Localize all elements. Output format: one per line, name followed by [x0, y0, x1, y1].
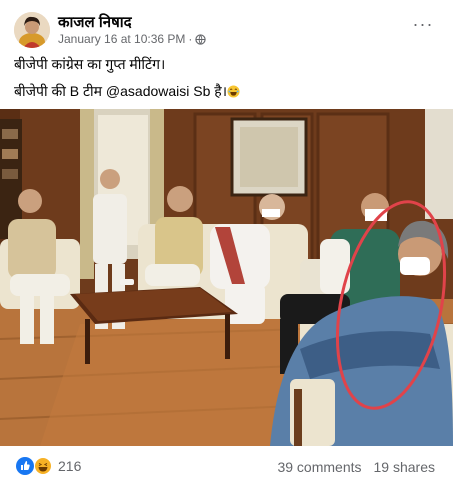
globe-icon	[195, 33, 207, 45]
shares-link[interactable]: 19 shares	[374, 459, 435, 475]
post-meta: January 16 at 10:36 PM ·	[58, 32, 207, 46]
comments-link[interactable]: 39 comments	[277, 459, 361, 475]
meta-separator: ·	[188, 32, 193, 46]
reaction-count: 216	[58, 458, 82, 474]
post-text-line-1: बीजेपी कांग्रेस का गुप्त मीटिंग।	[14, 56, 166, 72]
post-text: बीजेपी कांग्रेस का गुप्त मीटिंग। बीजेपी …	[14, 54, 434, 108]
meeting-photo	[0, 109, 453, 446]
post-header: काजल निषाद January 16 at 10:36 PM · ···	[0, 0, 453, 52]
author-name[interactable]: काजल निषाद	[58, 12, 132, 32]
post-footer: 216 39 comments 19 shares	[0, 446, 453, 489]
more-options-icon[interactable]: ···	[411, 14, 435, 34]
post-timestamp[interactable]: January 16 at 10:36 PM	[58, 32, 185, 46]
author-avatar[interactable]	[14, 12, 50, 48]
like-icon	[16, 457, 34, 475]
post-text-line-2: बीजेपी की B टीम @asadowaisi Sb है।	[14, 83, 228, 99]
engagement-stats: 39 comments 19 shares	[277, 459, 435, 475]
post-photo[interactable]	[0, 109, 453, 446]
reactions-summary[interactable]: 216	[16, 457, 81, 475]
laughing-emoji-icon	[227, 83, 240, 98]
haha-icon	[34, 457, 52, 475]
